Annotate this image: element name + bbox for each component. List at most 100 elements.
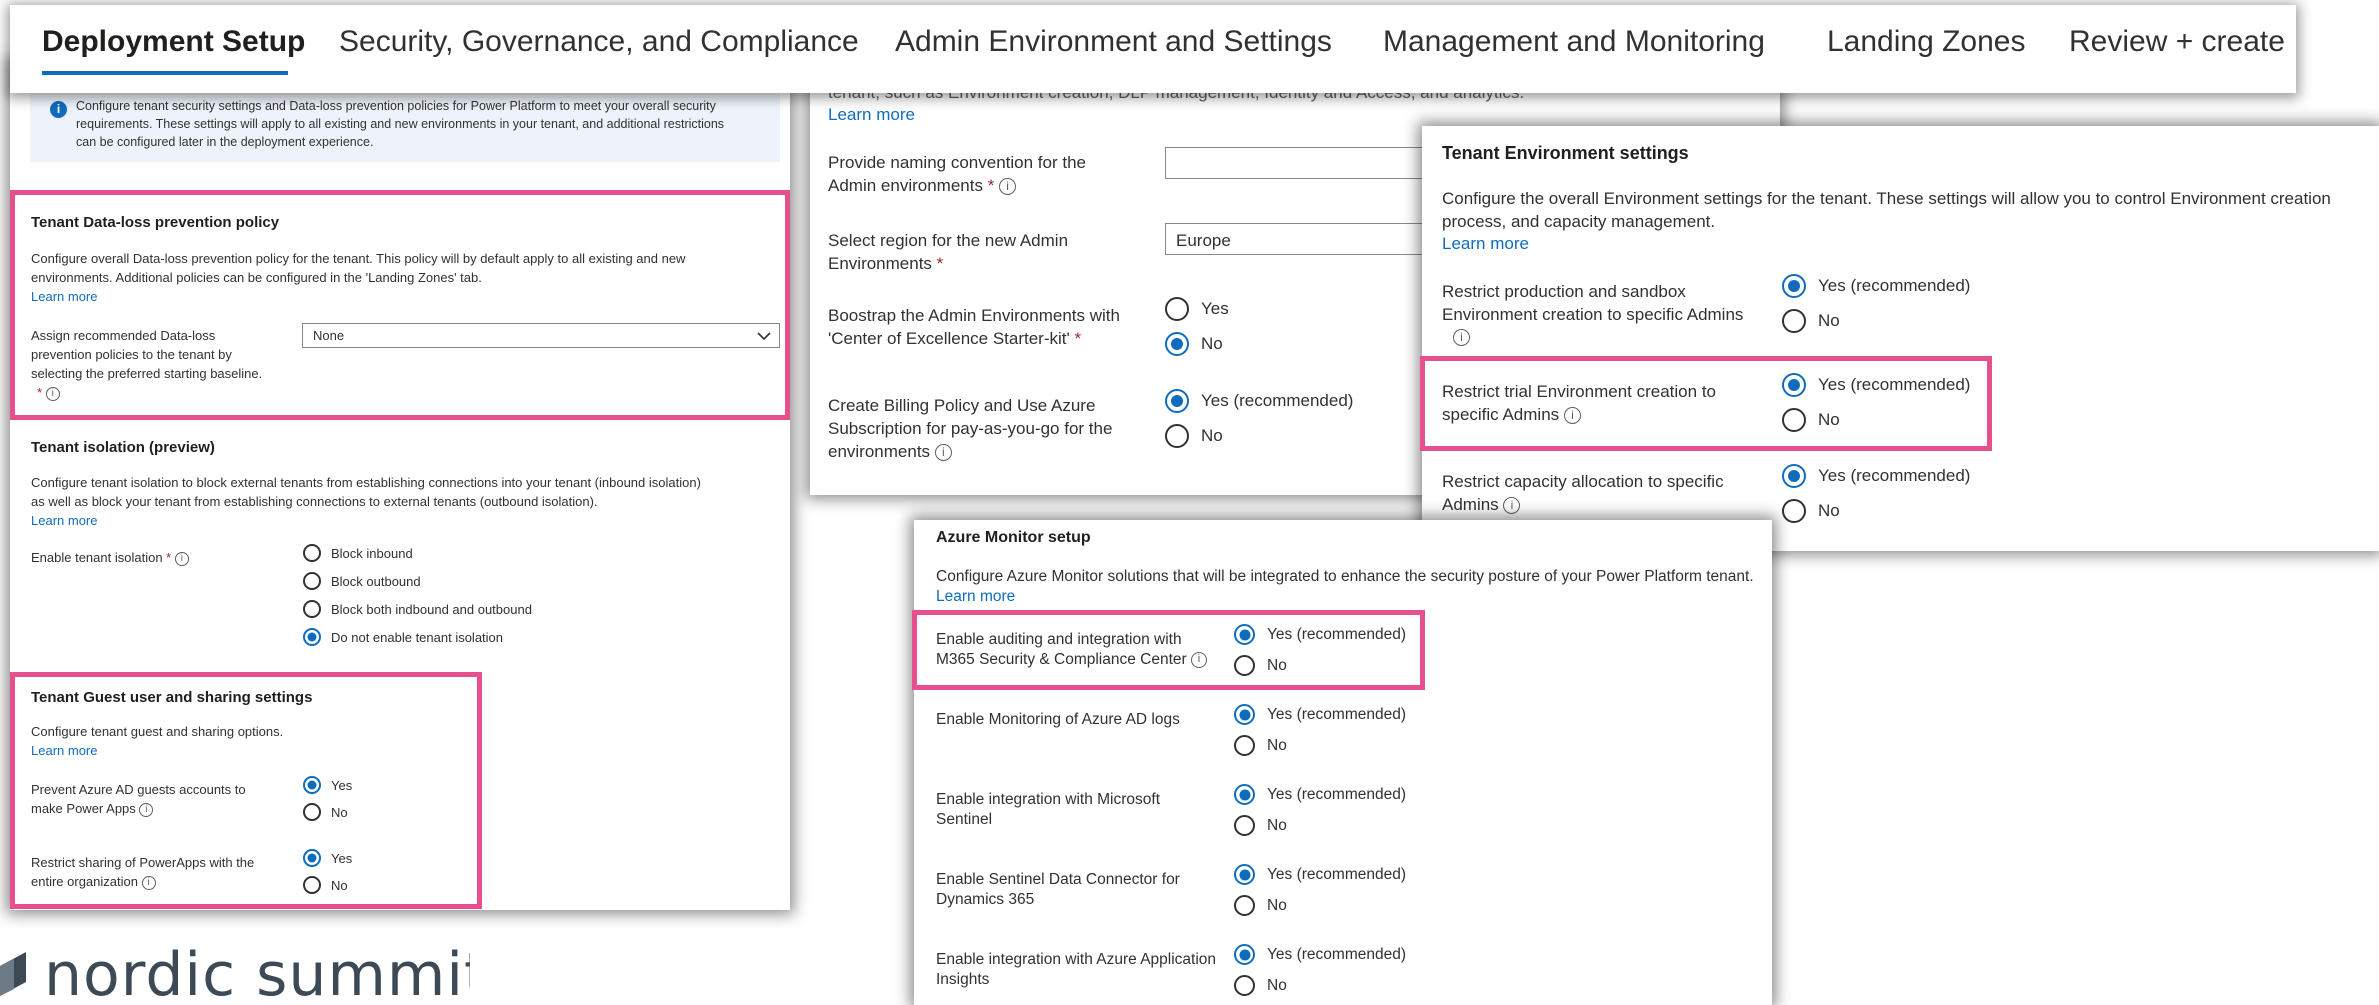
info-icon[interactable]: i (174, 551, 189, 566)
restrict-sharing-no[interactable]: No (303, 876, 348, 894)
isolation-learn-more-link[interactable]: Learn more (31, 513, 97, 530)
tab-landing-zones[interactable]: Landing Zones (1827, 25, 2026, 59)
radio-circle-selected (1234, 624, 1255, 645)
prod-yes[interactable]: Yes (recommended) (1782, 274, 1970, 298)
active-tab-indicator (42, 71, 288, 75)
radio-circle-selected (1234, 944, 1255, 965)
region-label-1: Select region for the new Admin (828, 231, 1069, 250)
connector-yes[interactable]: Yes (recommended) (1234, 864, 1406, 885)
auditing-yes[interactable]: Yes (recommended) (1234, 624, 1406, 645)
radio-circle (1782, 408, 1806, 432)
tab-admin-environment[interactable]: Admin Environment and Settings (895, 25, 1332, 59)
dlp-description-2: environments. Additional policies can be… (31, 270, 482, 285)
env-learn-more-link[interactable]: Learn more (1442, 233, 1529, 255)
bootstrap-label-1: Boostrap the Admin Environments with (828, 306, 1120, 325)
prod-info: i (1453, 326, 1470, 348)
info-icon[interactable]: i (1191, 651, 1208, 668)
info-icon[interactable]: i (141, 875, 156, 890)
auditing-label-1: Enable auditing and integration with (936, 631, 1182, 648)
radio-circle (1782, 499, 1806, 523)
prevent-guests-no[interactable]: No (303, 803, 348, 821)
capacity-no[interactable]: No (1782, 499, 1840, 523)
sentinel-yes[interactable]: Yes (recommended) (1234, 784, 1406, 805)
connector-no[interactable]: No (1234, 895, 1287, 916)
restrict-sharing-yes[interactable]: Yes (303, 849, 352, 867)
radio-circle (303, 544, 321, 562)
dlp-description-1: Configure overall Data-loss prevention p… (31, 251, 686, 266)
info-icon[interactable]: i (139, 802, 154, 817)
region-label-2: Environments * (828, 254, 944, 273)
region-select-value: Europe (1176, 231, 1231, 250)
info-icon[interactable]: i (999, 178, 1017, 196)
billing-no[interactable]: No (1165, 424, 1223, 448)
radio-circle-selected (1234, 784, 1255, 805)
radio-circle-selected (1165, 332, 1189, 356)
monitor-learn-more-link[interactable]: Learn more (936, 587, 1015, 607)
app-insights-label-1: Enable integration with Azure Applicatio… (936, 951, 1217, 968)
tab-review-create[interactable]: Review + create (2069, 25, 2285, 59)
capacity-yes[interactable]: Yes (recommended) (1782, 464, 1970, 488)
tab-management-monitoring[interactable]: Management and Monitoring (1383, 25, 1765, 59)
radio-circle (1234, 895, 1255, 916)
radio-block-outbound[interactable]: Block outbound (303, 572, 421, 590)
trial-no[interactable]: No (1782, 408, 1840, 432)
radio-do-not-enable[interactable]: Do not enable tenant isolation (303, 628, 503, 646)
billing-yes[interactable]: Yes (recommended) (1165, 389, 1353, 413)
isolation-description-1: Configure tenant isolation to block exte… (31, 475, 701, 490)
logo-mark-icon (0, 952, 26, 996)
banner-text-2: requirements. These settings will apply … (76, 117, 725, 131)
guest-title: Tenant Guest user and sharing settings (31, 689, 313, 706)
info-icon[interactable]: i (934, 444, 952, 462)
admin-learn-more-link[interactable]: Learn more (828, 104, 915, 126)
banner-text-3: can be configured later in the deploymen… (76, 135, 374, 149)
dlp-assign-label-1: Assign recommended Data-loss (31, 328, 216, 343)
info-icon[interactable]: i (45, 386, 60, 401)
radio-block-inbound[interactable]: Block inbound (303, 544, 413, 562)
radio-circle (1234, 975, 1255, 996)
sentinel-no[interactable]: No (1234, 815, 1287, 836)
prevent-guests-yes[interactable]: Yes (303, 776, 352, 794)
prod-no[interactable]: No (1782, 309, 1840, 333)
dlp-learn-more-link[interactable]: Learn more (31, 289, 97, 306)
radio-circle (1782, 309, 1806, 333)
radio-circle (303, 600, 321, 618)
radio-circle (303, 803, 321, 821)
trial-yes[interactable]: Yes (recommended) (1782, 373, 1970, 397)
radio-circle (1234, 815, 1255, 836)
trial-label-2: specific Admins i (1442, 404, 1581, 426)
monitor-description: Configure Azure Monitor solutions that w… (936, 568, 1754, 585)
ad-logs-yes[interactable]: Yes (recommended) (1234, 704, 1406, 725)
info-icon[interactable]: i (1453, 329, 1470, 347)
isolation-title: Tenant isolation (preview) (31, 439, 215, 456)
auditing-label-2: M365 Security & Compliance Center i (936, 650, 1208, 670)
dlp-select-value: None (313, 328, 345, 343)
app-insights-label-2: Insights (936, 971, 990, 988)
naming-label-1: Provide naming convention for the (828, 153, 1086, 172)
info-icon[interactable]: i (1503, 497, 1521, 515)
logo-text: nordic summit (44, 948, 470, 1005)
env-title: Tenant Environment settings (1442, 143, 1689, 163)
tab-security-governance[interactable]: Security, Governance, and Compliance (339, 25, 859, 59)
guest-learn-more-link[interactable]: Learn more (31, 743, 97, 760)
azure-monitor-panel: Azure Monitor setup Configure Azure Moni… (914, 520, 1772, 1005)
restrict-sharing-label-1: Restrict sharing of PowerApps with the (31, 855, 255, 870)
billing-label-3: environments i (828, 441, 952, 463)
auditing-no[interactable]: No (1234, 655, 1287, 676)
app-insights-no[interactable]: No (1234, 975, 1287, 996)
billing-label-2: Subscription for pay-as-you-go for the (828, 419, 1113, 438)
prevent-guests-label-2: make Power Apps i (31, 801, 154, 818)
info-icon[interactable]: i (1563, 407, 1581, 425)
radio-block-both[interactable]: Block both indbound and outbound (303, 600, 532, 618)
billing-label-1: Create Billing Policy and Use Azure (828, 396, 1096, 415)
info-icon: i (50, 101, 67, 118)
tab-deployment-setup[interactable]: Deployment Setup (42, 25, 305, 59)
dlp-policy-select[interactable]: None (302, 323, 780, 348)
info-banner: i Configure tenant security settings and… (30, 90, 780, 162)
sentinel-label-1: Enable integration with Microsoft (936, 791, 1161, 808)
bootstrap-no[interactable]: No (1165, 332, 1223, 356)
naming-label-2: Admin environments * i (828, 175, 1017, 197)
bootstrap-yes[interactable]: Yes (1165, 297, 1229, 321)
ad-logs-no[interactable]: No (1234, 735, 1287, 756)
app-insights-yes[interactable]: Yes (recommended) (1234, 944, 1406, 965)
radio-circle-selected (303, 776, 321, 794)
